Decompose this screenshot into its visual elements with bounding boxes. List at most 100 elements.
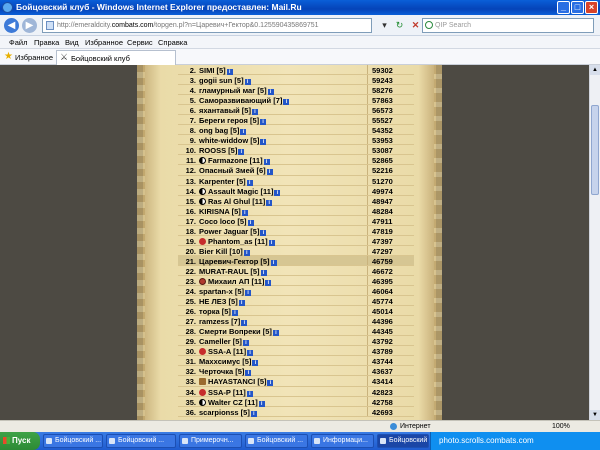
player-name[interactable]: Смерти Вопреки [5] <box>199 327 272 336</box>
player-name[interactable]: Береги героя [5] <box>199 116 259 125</box>
menu-tools[interactable]: Сервис <box>127 38 153 47</box>
forward-button[interactable]: ▶ <box>22 18 37 33</box>
player-name[interactable]: ramzess [7] <box>199 317 240 326</box>
player-entry[interactable]: white-widdow [5] i <box>199 136 267 146</box>
info-icon[interactable]: i <box>250 410 257 417</box>
player-entry[interactable]: HAYASTANCI [5] i <box>199 377 274 387</box>
maximize-button[interactable]: □ <box>571 1 584 14</box>
address-dropdown-icon[interactable]: ▾ <box>378 19 391 32</box>
player-entry[interactable]: scarpionss [5] i <box>199 408 257 417</box>
player-name[interactable]: MURAT-RAUL [5] <box>199 267 260 276</box>
player-entry[interactable]: spartan-x [5] i <box>199 287 252 297</box>
player-entry[interactable]: Maxxсимус [5] i <box>199 357 259 367</box>
player-name[interactable]: Coco loco [5] <box>199 217 247 226</box>
player-name[interactable]: SSA-A [11] <box>208 347 246 356</box>
back-button[interactable]: ◀ <box>4 18 19 33</box>
vertical-scrollbar[interactable]: ▲ ▼ <box>589 65 600 420</box>
player-entry[interactable]: KIRISNA [5] i <box>199 207 248 216</box>
scroll-down-icon[interactable]: ▼ <box>590 410 600 420</box>
player-name[interactable]: Cameller [5] <box>199 337 242 346</box>
player-name[interactable]: ROOSS [5] <box>199 146 237 155</box>
player-name[interactable]: white-widdow [5] <box>199 136 259 145</box>
scroll-up-icon[interactable]: ▲ <box>590 65 600 75</box>
player-entry[interactable]: Coco loco [5] i <box>199 217 254 226</box>
player-name[interactable]: Power Jaguar [5] <box>199 227 259 236</box>
player-entry[interactable]: Черточка [5] i <box>199 367 252 377</box>
player-name[interactable]: Ras Al Ghul [11] <box>208 197 265 206</box>
player-name[interactable]: gogii sun [5] <box>199 76 244 85</box>
favorites-label[interactable]: Избранное <box>15 53 53 62</box>
player-name[interactable]: Karpenter [5] <box>199 177 246 186</box>
player-name[interactable]: Maxxсимус [5] <box>199 357 251 366</box>
player-entry[interactable]: ROOSS [5] i <box>199 146 245 156</box>
player-entry[interactable]: gogii sun [5] i <box>199 76 251 86</box>
player-name[interactable]: SSA-P [11] <box>208 388 246 397</box>
close-button[interactable]: × <box>585 1 598 14</box>
player-entry[interactable]: Bier Kill [10] i <box>199 247 250 256</box>
taskbar-item[interactable]: Бойцовский ... <box>245 434 308 448</box>
player-name[interactable]: торка [5] <box>199 307 231 316</box>
player-entry[interactable]: ramzess [7] i <box>199 317 248 327</box>
player-name[interactable]: Walter CZ [11] <box>208 398 258 407</box>
player-entry[interactable]: Walter CZ [11] i <box>199 398 265 407</box>
player-entry[interactable]: Cameller [5] i <box>199 337 249 347</box>
taskbar-item[interactable]: Бойцовский ... <box>106 434 176 448</box>
taskbar-item[interactable]: Бойцовский ... <box>43 434 103 448</box>
player-entry[interactable]: Phantom_as [11] i <box>199 237 275 246</box>
player-entry[interactable]: Karpenter [5] i <box>199 177 253 186</box>
refresh-icon[interactable]: ↻ <box>393 19 406 32</box>
taskbar-item[interactable]: Информаци... <box>311 434 374 448</box>
zoom-level[interactable]: 100% <box>552 423 570 430</box>
menu-help[interactable]: Справка <box>158 38 187 47</box>
stop-icon[interactable]: ✕ <box>409 19 422 32</box>
player-name[interactable]: spartan-x [5] <box>199 287 244 296</box>
player-name[interactable]: Bier Kill [10] <box>199 247 243 256</box>
player-name[interactable]: KIRISNA [5] <box>199 207 241 216</box>
player-name[interactable]: Assault Magic [11] <box>208 187 273 196</box>
player-name[interactable]: гламурный маг [5] <box>199 86 267 95</box>
player-name[interactable]: HAYASTANCI [5] <box>208 377 266 386</box>
player-entry[interactable]: яхантавый [5] i <box>199 106 258 116</box>
player-entry[interactable]: Assault Magic [11] i <box>199 187 281 196</box>
menu-favorites[interactable]: Избранное <box>85 38 123 47</box>
player-entry[interactable]: торка [5] i <box>199 307 238 317</box>
player-name[interactable]: ong bag [5] <box>199 126 239 135</box>
player-entry[interactable]: Farmazone [11] i <box>199 156 270 166</box>
player-name[interactable]: яхантавый [5] <box>199 106 251 115</box>
player-name[interactable]: SIMI [5] <box>199 66 226 75</box>
menu-view[interactable]: Вид <box>65 38 79 47</box>
player-entry[interactable]: Михаил АП [11] i <box>199 277 272 286</box>
taskbar-item[interactable]: Примерочн... <box>179 434 242 448</box>
player-entry[interactable]: Саморазвивающий [7] i <box>199 96 290 106</box>
player-entry[interactable]: ong bag [5] i <box>199 126 247 136</box>
player-entry[interactable]: Царевич-Гектор [5] i <box>199 257 277 266</box>
taskbar-item-active[interactable]: Бойцовский ... <box>377 434 429 448</box>
player-name[interactable]: Опасный Змей [6] <box>199 166 266 175</box>
player-entry[interactable]: SIMI [5] i <box>199 66 233 75</box>
player-entry[interactable]: SSA-P [11] i <box>199 388 253 397</box>
player-name[interactable]: Саморазвивающий [7] <box>199 96 282 105</box>
scroll-thumb[interactable] <box>591 105 599 195</box>
player-entry[interactable]: Береги героя [5] i <box>199 116 267 126</box>
player-entry[interactable]: MURAT-RAUL [5] i <box>199 267 267 276</box>
player-name[interactable]: Царевич-Гектор [5] <box>199 257 270 266</box>
player-entry[interactable]: Опасный Змей [6] i <box>199 166 273 176</box>
menu-edit[interactable]: Правка <box>34 38 59 47</box>
start-button[interactable]: Пуск <box>0 432 40 450</box>
star-icon[interactable]: ★ <box>4 51 13 62</box>
player-entry[interactable]: НЕ ЛЕЗ [5] i <box>199 297 245 307</box>
search-input[interactable]: QIP Search <box>422 18 594 33</box>
player-entry[interactable]: Ras Al Ghul [11] i <box>199 197 273 206</box>
player-name[interactable]: НЕ ЛЕЗ [5] <box>199 297 238 306</box>
player-entry[interactable]: Смерти Вопреки [5] i <box>199 327 279 337</box>
player-entry[interactable]: гламурный маг [5] i <box>199 86 274 96</box>
player-entry[interactable]: Power Jaguar [5] i <box>199 227 267 236</box>
player-entry[interactable]: SSA-A [11] i <box>199 347 254 357</box>
address-bar[interactable]: http://emeraldcity.combats.com/topgen.pl… <box>42 18 372 33</box>
menu-file[interactable]: Файл <box>9 38 27 47</box>
minimize-button[interactable]: _ <box>557 1 570 14</box>
player-name[interactable]: Farmazone [11] <box>208 156 263 165</box>
player-name[interactable]: Михаил АП [11] <box>208 277 264 286</box>
player-name[interactable]: Черточка [5] <box>199 367 244 376</box>
player-name[interactable]: Phantom_as [11] <box>208 237 268 246</box>
